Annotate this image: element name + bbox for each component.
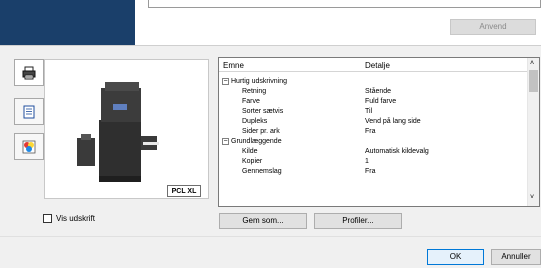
show-printout-label: Vis udskrift bbox=[56, 214, 95, 223]
footer-divider bbox=[0, 236, 541, 237]
printer-preview bbox=[44, 59, 209, 199]
list-header: Emne Detalje bbox=[219, 58, 527, 72]
scroll-up-icon[interactable]: ˄ bbox=[530, 60, 534, 67]
apply-button[interactable]: Anvend bbox=[450, 19, 536, 35]
tab-printer[interactable] bbox=[14, 59, 44, 86]
list-item[interactable]: Retning Stående bbox=[219, 87, 527, 96]
section-divider bbox=[0, 45, 541, 46]
list-item[interactable]: Sorter sætvis Til bbox=[219, 107, 527, 116]
printer-icon bbox=[22, 66, 36, 79]
column-header-subject: Emne bbox=[223, 61, 244, 70]
cancel-button[interactable]: Annuller bbox=[491, 249, 541, 265]
collapse-icon[interactable]: − bbox=[222, 138, 229, 145]
list-item[interactable]: Kilde Automatisk kildevalg bbox=[219, 147, 527, 156]
pdl-badge: PCL XL bbox=[167, 185, 201, 197]
list-item[interactable]: Farve Fuld farve bbox=[219, 97, 527, 106]
group-quick-print[interactable]: − Hurtig udskrivning bbox=[219, 77, 527, 86]
list-item[interactable]: Kopier 1 bbox=[219, 157, 527, 166]
save-as-button[interactable]: Gem som... bbox=[219, 213, 307, 229]
top-field bbox=[148, 0, 541, 8]
settings-list[interactable]: Emne Detalje − Hurtig udskrivning Retnin… bbox=[218, 57, 540, 207]
tab-color[interactable] bbox=[14, 133, 44, 160]
column-header-detail: Detalje bbox=[365, 61, 390, 70]
tab-document[interactable] bbox=[14, 98, 44, 125]
group-basic[interactable]: − Grundlæggende bbox=[219, 137, 527, 146]
vertical-scrollbar[interactable]: ˄ ˅ bbox=[527, 58, 539, 206]
collapse-icon[interactable]: − bbox=[222, 78, 229, 85]
list-item[interactable]: Dupleks Vend på lang side bbox=[219, 117, 527, 126]
list-item[interactable]: Sider pr. ark Fra bbox=[219, 127, 527, 136]
scrollbar-thumb[interactable] bbox=[529, 70, 538, 92]
printer-image bbox=[77, 82, 159, 182]
ok-button[interactable]: OK bbox=[427, 249, 484, 265]
show-printout-checkbox[interactable] bbox=[43, 214, 52, 223]
scroll-down-icon[interactable]: ˅ bbox=[530, 194, 534, 201]
blue-header-panel bbox=[0, 0, 135, 45]
profiles-button[interactable]: Profiler... bbox=[314, 213, 402, 229]
document-icon bbox=[23, 105, 35, 118]
list-item[interactable]: Gennemslag Fra bbox=[219, 167, 527, 176]
color-palette-icon bbox=[22, 140, 36, 153]
